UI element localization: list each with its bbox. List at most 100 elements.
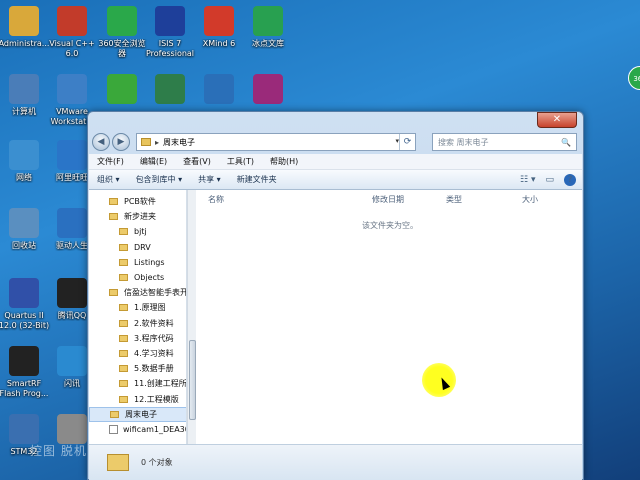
menu-item[interactable]: 文件(F) xyxy=(89,156,132,167)
tree-item[interactable]: 5.数据手册 xyxy=(89,361,186,376)
vs-icon xyxy=(155,74,185,104)
tray-360-icon[interactable]: 360 xyxy=(628,66,640,90)
tree-item-label: 11.创建工程所需 xyxy=(134,379,187,389)
forward-button[interactable]: ▶ xyxy=(112,133,130,151)
folder-icon xyxy=(109,213,118,221)
tree-item[interactable]: 2.软件资料 xyxy=(89,316,186,331)
folder-icon xyxy=(107,454,129,471)
column-headers: 名称 修改日期 类型 大小 xyxy=(196,190,582,208)
menu-item[interactable]: 帮助(H) xyxy=(262,156,306,167)
folder-icon xyxy=(109,198,118,205)
navigation-pane: PCB软件新步进夹 bjtj DRV Listings Objects 信盈达智能手表开发… xyxy=(89,190,187,444)
title-bar[interactable]: ✕ xyxy=(88,112,583,130)
watermark-text: 控图 脱机 xyxy=(30,444,87,458)
refresh-icon[interactable]: ⟳ xyxy=(399,134,415,150)
address-bar[interactable]: ▸ 周末电子 ▾ ⟳ xyxy=(136,133,416,151)
tree-item[interactable]: 3.程序代码 xyxy=(89,331,186,346)
folder-icon xyxy=(119,243,128,251)
tree-item[interactable]: PCB软件 xyxy=(89,194,186,209)
scrollbar-thumb[interactable] xyxy=(189,340,196,420)
share-button[interactable]: 共享 ▾ xyxy=(190,174,229,185)
view-options-icon[interactable]: ☷ ▾ xyxy=(520,175,535,185)
tree-item[interactable]: bjtj xyxy=(89,224,186,239)
desktop-shortcut-label: 冰点文库 xyxy=(252,39,284,48)
folder-icon xyxy=(119,395,128,403)
user-folder-icon xyxy=(9,6,39,36)
desktop-shortcut-label: 12.0 (32-Bit) xyxy=(0,321,50,330)
search-icon[interactable]: 🔍 xyxy=(561,138,571,147)
visual-cpp-icon xyxy=(57,6,87,36)
folder-icon xyxy=(119,274,128,281)
chevron-right-icon[interactable]: ▸ xyxy=(155,138,159,147)
tree-item[interactable]: wificam1_DEA30_ xyxy=(89,422,186,437)
tree-item[interactable]: 1.原理图 xyxy=(89,300,186,315)
menu-item[interactable]: 查看(V) xyxy=(175,156,219,167)
qq-icon xyxy=(57,278,87,308)
computer-icon xyxy=(9,74,39,104)
network-share-icon xyxy=(204,74,234,104)
file-list[interactable]: 名称 修改日期 类型 大小 该文件夹为空。 xyxy=(196,190,582,444)
desktop-shortcut[interactable] xyxy=(237,74,299,107)
menu-item[interactable]: 编辑(E) xyxy=(132,156,175,167)
menu-item[interactable]: 工具(T) xyxy=(219,156,262,167)
tree-item-label: 新步进夹 xyxy=(124,212,156,222)
tree-item-selected[interactable]: 周末电子 xyxy=(89,406,186,422)
tree-item-label: 3.程序代码 xyxy=(134,333,174,343)
tree-item-label: 周末电子 xyxy=(125,409,157,419)
address-path[interactable]: 周末电子 xyxy=(163,137,195,148)
preview-pane-icon[interactable]: ▭ xyxy=(545,175,554,185)
column-type[interactable]: 类型 xyxy=(446,194,462,205)
tree-item[interactable]: 12.工程模版 xyxy=(89,392,186,407)
driver-icon xyxy=(57,208,87,238)
help-icon[interactable]: ? xyxy=(564,173,576,186)
smartrf-icon xyxy=(9,346,39,376)
navigation-scrollbar[interactable] xyxy=(187,190,196,444)
explorer-window: ✕ ◀ ▶ ▸ 周末电子 ▾ ⟳ 搜索 周末电子 🔍 文件(F) 编辑(E) 查看(… xyxy=(87,111,584,480)
tree-item[interactable]: Objects xyxy=(89,270,186,285)
tree-item-label: PCB软件 xyxy=(124,197,156,206)
search-input[interactable]: 搜索 周末电子 🔍 xyxy=(432,133,577,151)
column-name[interactable]: 名称 xyxy=(208,194,224,205)
tree-item[interactable]: DRV xyxy=(89,240,186,255)
menu-bar: 文件(F) 编辑(E) 查看(V) 工具(T) 帮助(H) xyxy=(89,154,582,170)
new-folder-button[interactable]: 新建文件夹 xyxy=(229,174,285,185)
tree-item[interactable]: 11.创建工程所需 xyxy=(89,376,187,391)
folder-icon xyxy=(119,319,128,327)
folder-icon xyxy=(119,258,128,266)
bingdian-icon xyxy=(253,6,283,36)
column-size[interactable]: 大小 xyxy=(522,194,538,205)
network-icon xyxy=(9,140,39,170)
tree-item[interactable]: Listings xyxy=(89,255,186,270)
item-count: 0 个对象 xyxy=(141,458,173,467)
tree-item[interactable]: 4.学习资料 xyxy=(89,346,186,361)
tree-item[interactable]: 信盈达智能手表开发 xyxy=(89,285,186,300)
column-date-modified[interactable]: 修改日期 xyxy=(372,194,404,205)
folder-icon xyxy=(109,289,118,297)
tree-item-label: 5.数据手册 xyxy=(134,364,174,374)
include-in-library-button[interactable]: 包含到库中 ▾ xyxy=(128,174,191,185)
vmware-icon xyxy=(57,74,87,104)
grid-app-icon xyxy=(57,414,87,444)
tree-item-label: 4.学习资料 xyxy=(134,349,174,358)
view-controls: ☷ ▾ ▭ ? xyxy=(520,173,582,186)
folder-icon xyxy=(119,380,128,388)
tree-item-label: bjtj xyxy=(134,227,147,237)
desktop-shortcut[interactable]: 冰点文库 xyxy=(237,6,299,49)
browser-360-icon xyxy=(107,6,137,36)
folder-icon xyxy=(110,410,119,418)
close-button[interactable]: ✕ xyxy=(537,112,577,128)
desktop-shortcut-label: Flash Prog... xyxy=(0,389,49,398)
folder-icon xyxy=(119,228,128,236)
folder-icon xyxy=(119,365,128,373)
folder-icon xyxy=(119,304,128,312)
tree-item-label: 1.原理图 xyxy=(134,303,166,313)
empty-folder-message: 该文件夹为空。 xyxy=(362,221,418,230)
search-placeholder: 搜索 周末电子 xyxy=(438,137,489,147)
aliwangwang-icon xyxy=(57,140,87,170)
organize-button[interactable]: 组织 ▾ xyxy=(89,174,128,185)
tree-item-label: Listings xyxy=(134,257,165,267)
isis-icon xyxy=(155,6,185,36)
tree-item[interactable]: 新步进夹 xyxy=(89,209,186,224)
back-button[interactable]: ◀ xyxy=(92,133,110,151)
shanxun-icon xyxy=(57,346,87,376)
